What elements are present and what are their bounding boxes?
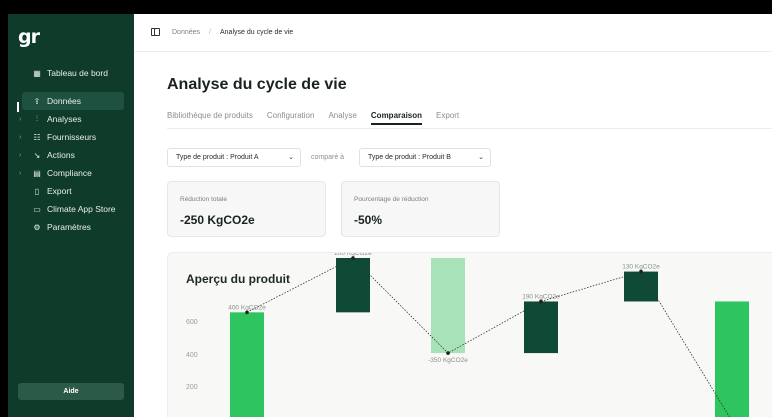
- sidebar-item-label: Compliance: [47, 168, 92, 178]
- y-tick-label: 400: [186, 352, 198, 359]
- trend-point: [539, 299, 543, 304]
- product-overview-card: Aperçu du produit 6004002000400 KgCO2e20…: [167, 252, 772, 417]
- chart-bar[interactable]: [336, 258, 370, 313]
- trend-point: [446, 351, 450, 355]
- sidebar-item-analyses[interactable]: › ⫶ Analyses: [8, 110, 134, 128]
- breadcrumb-root[interactable]: Données: [172, 29, 200, 36]
- window-frame-top: [0, 0, 772, 14]
- sidebar-item-label: Climate App Store: [47, 204, 116, 214]
- product-a-select[interactable]: Type de produit : Produit A ⌄: [167, 148, 301, 167]
- y-tick-label: 600: [186, 319, 198, 326]
- tab-bar: Bibliothèque de produits Configuration A…: [167, 111, 459, 127]
- tab-analyse[interactable]: Analyse: [328, 111, 356, 127]
- chevron-down-icon: ⌄: [288, 154, 294, 161]
- tab-comparaison[interactable]: Comparaison: [370, 111, 423, 127]
- chart-bar[interactable]: [524, 301, 558, 354]
- brand-logo[interactable]: gr: [18, 26, 40, 48]
- tab-bibliotheque[interactable]: Bibliothèque de produits: [167, 111, 253, 127]
- stat-value: -50%: [354, 213, 383, 227]
- stat-label: Réduction totale: [180, 196, 227, 203]
- help-button[interactable]: Aide: [18, 383, 124, 400]
- sidebar-item-donnees[interactable]: ⇪ Données: [22, 92, 124, 110]
- page-title: Analyse du cycle de vie: [167, 76, 347, 93]
- tab-export[interactable]: Export: [436, 111, 459, 127]
- tab-configuration[interactable]: Configuration: [267, 111, 315, 127]
- product-b-value: Type de produit : Produit B: [368, 154, 451, 161]
- trend-line: [246, 257, 731, 417]
- data-label: -350 KgCO2e: [428, 357, 468, 364]
- sidebar-item-fournisseurs[interactable]: › ☷ Fournisseurs: [8, 128, 134, 146]
- store-icon: ▭: [33, 204, 41, 214]
- sidebar-item-label: Export: [47, 186, 72, 196]
- stat-card-total-reduction: Réduction totale -250 KgCO2e: [167, 181, 326, 237]
- breadcrumb-current: Analyse du cycle de vie: [220, 29, 294, 36]
- chart-bar[interactable]: [431, 258, 465, 354]
- sidebar-item-actions[interactable]: › ↘ Actions: [8, 146, 134, 164]
- main-content: Analyse du cycle de vie Bibliothèque de …: [134, 52, 772, 417]
- chart-bar[interactable]: [624, 271, 658, 302]
- gear-icon: ⚙: [33, 222, 41, 232]
- topbar: Données / Analyse du cycle de vie: [134, 14, 772, 52]
- grid-icon: ▦: [33, 68, 41, 78]
- users-icon: ☷: [33, 132, 41, 142]
- chevron-right-icon: ›: [19, 151, 22, 159]
- sidebar-item-label: Fournisseurs: [47, 132, 97, 142]
- chart-bar[interactable]: [715, 301, 749, 417]
- product-a-value: Type de produit : Produit A: [176, 154, 259, 161]
- sidebar-item-export[interactable]: ▯ Export: [8, 182, 134, 200]
- product-overview-chart: 6004002000400 KgCO2e200 KgCO2e-350 KgCO2…: [186, 253, 749, 417]
- sidebar-item-tableau-de-bord[interactable]: ▦ Tableau de bord: [8, 64, 134, 82]
- data-label: 130 KgCO2e: [622, 264, 660, 271]
- sidebar-nav: ▦ Tableau de bord ⇪ Données › ⫶ Analyses…: [8, 64, 134, 236]
- sidebar-item-compliance[interactable]: › ▤ Compliance: [8, 164, 134, 182]
- sidebar-toggle-icon[interactable]: [151, 28, 160, 36]
- window-frame-left: [0, 0, 8, 417]
- compare-label: comparé à: [311, 154, 345, 161]
- chevron-right-icon: ›: [19, 115, 22, 123]
- sidebar: gr ▦ Tableau de bord ⇪ Données › ⫶ Analy…: [8, 14, 134, 417]
- stat-card-percentage: Pourcentage de réduction -50%: [341, 181, 500, 237]
- y-tick-label: 200: [186, 384, 198, 391]
- tabs-divider: [167, 128, 772, 129]
- chevron-right-icon: ›: [19, 133, 22, 141]
- sidebar-item-label: Données: [47, 96, 82, 106]
- chart-bar[interactable]: [230, 312, 264, 417]
- chevron-down-icon: ⌄: [478, 154, 484, 161]
- sidebar-item-label: Tableau de bord: [47, 68, 108, 78]
- sidebar-item-label: Analyses: [47, 114, 82, 124]
- sidebar-item-label: Actions: [47, 150, 75, 160]
- breadcrumb-separator: /: [209, 29, 211, 36]
- chevron-right-icon: ›: [19, 169, 22, 177]
- product-b-select[interactable]: Type de produit : Produit B ⌄: [359, 148, 491, 167]
- upload-icon: ⇪: [33, 96, 41, 106]
- sliders-icon: ⫶: [36, 114, 38, 123]
- sidebar-item-label: Paramètres: [47, 222, 91, 232]
- stat-label: Pourcentage de réduction: [354, 196, 429, 203]
- trend-point: [639, 269, 643, 274]
- stat-value: -250 KgCO2e: [180, 213, 255, 227]
- trend-icon: ↘: [33, 150, 41, 160]
- data-label: 190 KgCO2e: [522, 293, 560, 300]
- trend-point: [245, 310, 249, 315]
- document-icon: ▤: [33, 168, 41, 178]
- file-icon: ▯: [34, 186, 40, 196]
- trend-point: [351, 256, 355, 260]
- sidebar-item-parametres[interactable]: ⚙ Paramètres: [8, 218, 134, 236]
- sidebar-item-climate-app-store[interactable]: ▭ Climate App Store: [8, 200, 134, 218]
